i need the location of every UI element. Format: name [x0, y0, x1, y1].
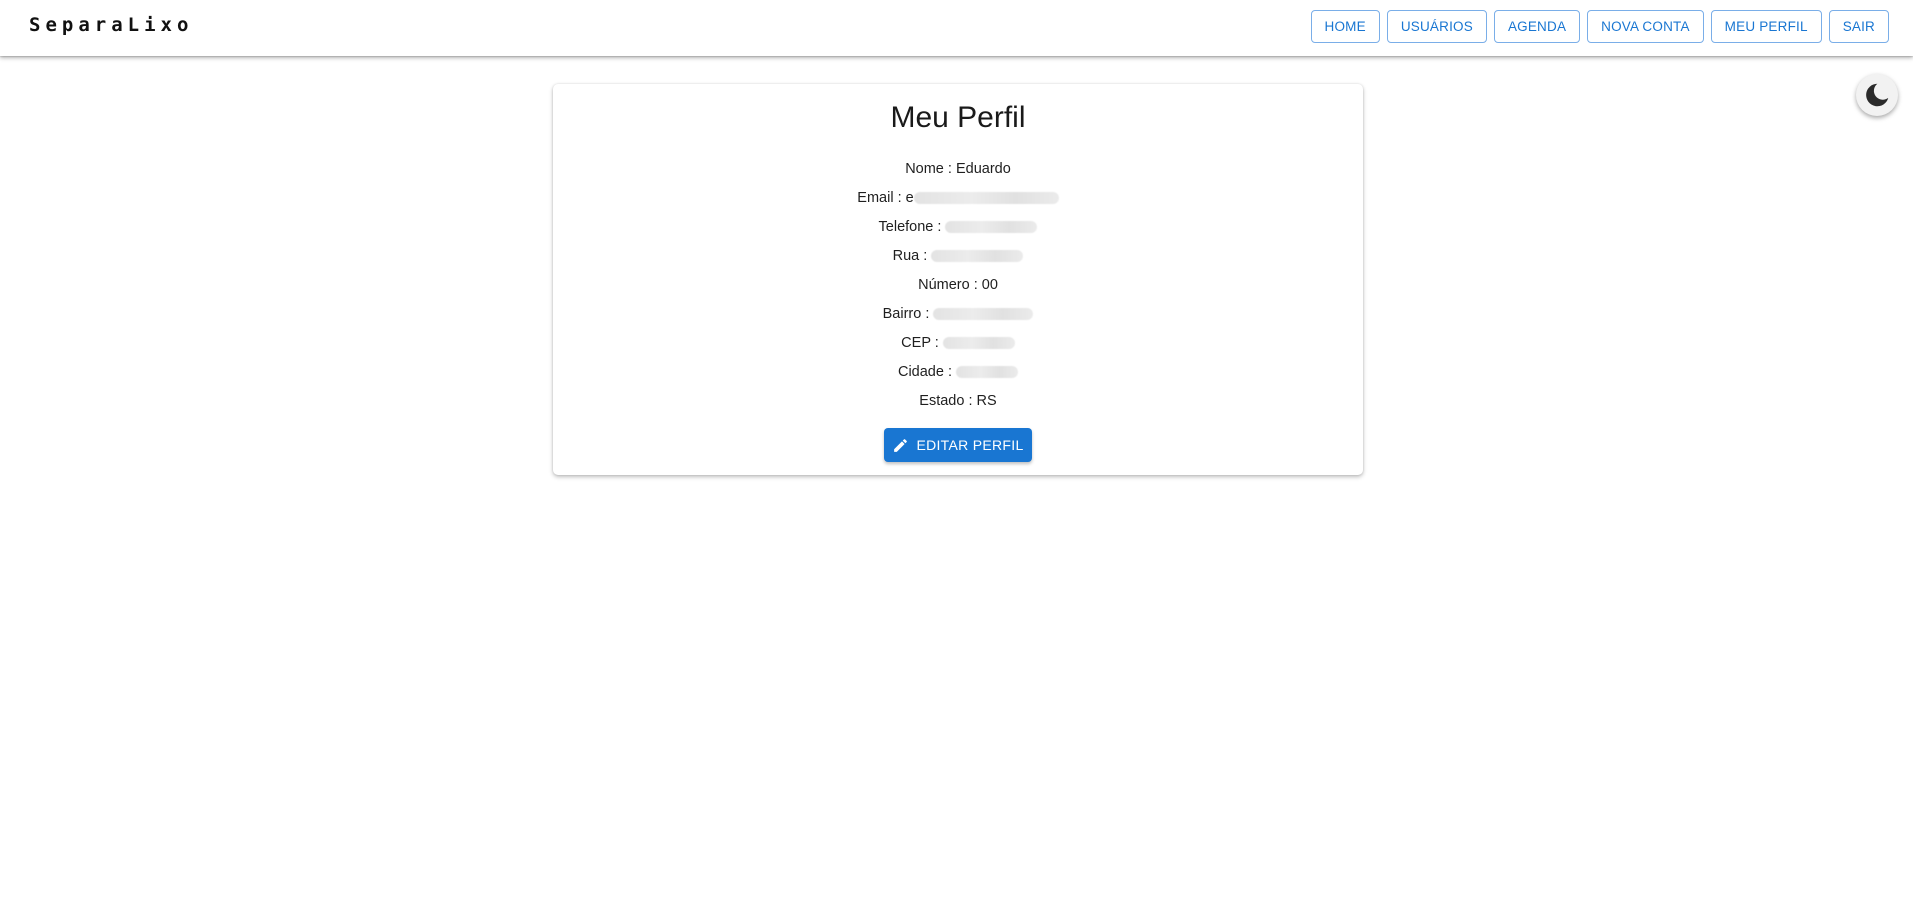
field-numero: Número : 00: [553, 271, 1363, 300]
field-email: Email : e: [553, 184, 1363, 213]
redacted-value: [956, 366, 1019, 379]
field-label: Estado :: [919, 393, 973, 409]
edit-profile-label: EDITAR PERFIL: [916, 437, 1024, 453]
brand-logo[interactable]: SeparaLixo: [29, 14, 193, 36]
field-value: 00: [981, 277, 998, 293]
field-estado: Estado : RS: [553, 387, 1363, 416]
nav-usuarios-button[interactable]: USUÁRIOS: [1386, 10, 1487, 43]
page-title: Meu Perfil: [890, 101, 1026, 134]
field-label: Nome :: [905, 161, 952, 177]
redacted-value: [945, 221, 1038, 234]
profile-card: Meu Perfil Nome : Eduardo Email : e Tele…: [553, 84, 1363, 475]
field-label: CEP :: [901, 335, 939, 351]
field-label: Email :: [857, 190, 902, 206]
field-value: e: [905, 190, 914, 206]
field-telefone: Telefone :: [553, 213, 1363, 242]
field-label: Telefone :: [878, 219, 942, 235]
app-bar: SeparaLixo HOME USUÁRIOS AGENDA NOVA CON…: [0, 0, 1913, 56]
field-cep: CEP :: [553, 329, 1363, 358]
nav-sair-button[interactable]: SAIR: [1828, 10, 1889, 43]
field-nome: Nome : Eduardo: [553, 155, 1363, 184]
field-label: Cidade :: [897, 364, 952, 380]
field-cidade: Cidade :: [553, 358, 1363, 387]
theme-toggle-button[interactable]: [1856, 74, 1898, 116]
field-label: Bairro :: [882, 306, 930, 322]
nav-meu-perfil-button[interactable]: MEU PERFIL: [1710, 10, 1822, 43]
moon-icon: [1866, 83, 1889, 107]
edit-profile-button[interactable]: EDITAR PERFIL: [884, 428, 1032, 462]
nav-nova-conta-button[interactable]: NOVA CONTA: [1587, 10, 1704, 43]
profile-fields: Nome : Eduardo Email : e Telefone : Rua …: [553, 155, 1363, 416]
nav-agenda-button[interactable]: AGENDA: [1493, 10, 1581, 43]
field-label: Número :: [918, 277, 978, 293]
field-label: Rua :: [892, 248, 928, 264]
field-bairro: Bairro :: [553, 300, 1363, 329]
pencil-icon: [894, 438, 908, 452]
redacted-value: [931, 250, 1024, 263]
field-value: Eduardo: [955, 161, 1011, 177]
redacted-value: [913, 192, 1059, 205]
main-nav: HOME USUÁRIOS AGENDA NOVA CONTA MEU PERF…: [1310, 10, 1889, 43]
redacted-value: [942, 337, 1015, 350]
field-value: RS: [976, 393, 997, 409]
nav-home-button[interactable]: HOME: [1310, 10, 1380, 43]
field-rua: Rua :: [553, 242, 1363, 271]
redacted-value: [933, 308, 1034, 321]
